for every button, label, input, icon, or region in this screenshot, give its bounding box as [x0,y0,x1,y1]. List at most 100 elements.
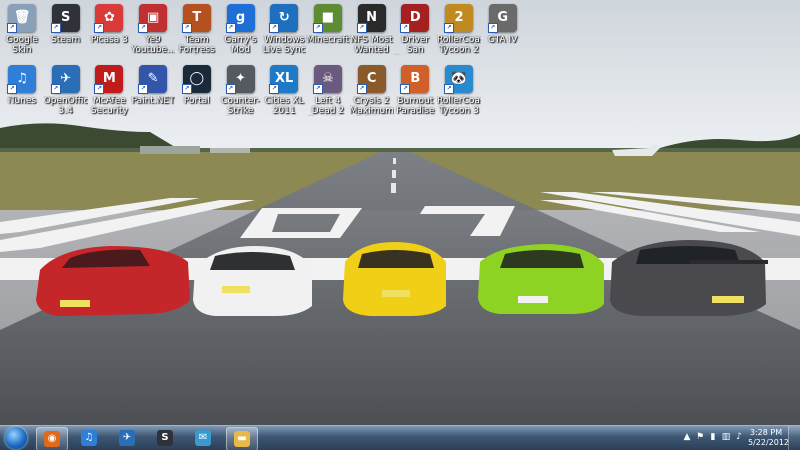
shortcut-arrow-icon: ↗ [312,84,323,94]
picasa-icon: ✿ ↗ [94,4,124,33]
taskbar-firefox-button[interactable]: ◉ [36,427,68,451]
firefox-icon: ◉ [44,431,60,447]
icon-glyph: ✦ [235,71,246,86]
shortcut-label: Portal [183,96,210,106]
desktop-shortcut[interactable]: ✎ ↗ Paint.NET [131,63,175,123]
shortcut-arrow-icon: ↗ [225,23,236,33]
shortcut-arrow-icon: ↗ [269,23,280,33]
icon-glyph: ✎ [147,71,159,86]
shortcut-label: Ye9 Youtube... [131,35,176,55]
shortcut-arrow-icon: ↗ [181,23,192,33]
taskbar-explorer-button[interactable]: ▬ [226,427,258,451]
shortcut-arrow-icon: ↗ [94,84,105,94]
desktop-shortcut[interactable]: ✿ ↗ Picasa 3 [87,2,131,62]
shortcut-arrow-icon: ↗ [444,84,454,94]
system-clock[interactable]: 3:28 PM 5/22/2012 [748,428,789,448]
shortcut-label: GTA IV [488,35,518,45]
desktop-shortcut[interactable]: T↗Team Fortress 2 [175,2,219,62]
flag-icon[interactable]: ⚑ [695,432,705,442]
icon-glyph: 2 [454,10,464,25]
desktop-shortcut[interactable]: M ↗ McAfee Security [87,63,131,123]
paint-net-icon: ✎ ↗ [138,65,168,94]
shortcut-label: Counter-Strike Source [221,96,260,116]
desktop-shortcut[interactable]: ✈↗OpenOffice.org 3.4 [44,63,88,123]
arrow-up-icon[interactable]: ▲ [682,432,692,442]
cities-xl-icon: XL ↗ [269,65,299,94]
shortcut-label: Team Fortress 2 [178,35,215,55]
desktop-shortcut[interactable]: N ↗ NFS Most Wanted [350,2,394,62]
desktop-shortcut[interactable]: ☠↗Left 4 Dead 2 Final War [306,63,350,123]
shortcut-arrow-icon: ↗ [50,84,61,94]
shortcut-arrow-icon: ↗ [94,23,105,33]
shortcut-label: McAfee Security [90,96,128,116]
icon-glyph: g [235,10,246,25]
desktop-shortcut[interactable]: ◯ ↗ Portal [175,63,219,123]
steam-icon: S [157,430,173,446]
shortcut-arrow-icon: ↗ [225,84,236,94]
desktop-shortcut[interactable]: B ↗ Burnout Paradise [393,63,437,123]
shortcut-label: OpenOffice.org 3.4 [43,96,88,116]
shortcut-label: Picasa 3 [90,35,128,45]
desktop-shortcut[interactable]: ✦↗Counter-Strike Source [219,63,263,123]
desktop-shortcut[interactable]: g ↗ Garry's Mod [219,2,263,62]
shortcut-arrow-icon: ↗ [138,23,149,33]
shortcut-arrow-icon: ↗ [50,23,61,33]
desktop-shortcut[interactable]: ▣ ↗ Ye9 Youtube... [131,2,175,62]
icon-glyph: ■ [321,10,335,25]
counter-strike-icon: ✦ ↗ [225,65,255,94]
icon-glyph: ♫ [16,71,28,86]
network-icon[interactable]: ▥ [721,432,731,442]
shortcut-arrow-icon: ↗ [7,84,17,94]
desktop-shortcut[interactable]: ■ ↗ Minecraft [306,2,350,62]
shortcut-label: Google Skin [6,35,38,55]
clock-time: 3:28 PM [749,428,783,437]
taskbar-windows-live-button[interactable]: ✉ [188,427,218,449]
nfs-icon: N ↗ [356,4,386,33]
desktop-shortcut[interactable]: G ↗ GTA IV [481,2,525,62]
shortcut-label: Steam [51,35,81,45]
recycle-bin-icon: 🗑 ↗ [7,4,36,33]
desktop-shortcut[interactable]: D↗Driver San Francisco [393,2,437,62]
portal-icon: ◯ ↗ [181,65,211,94]
burnout-icon: B ↗ [400,65,430,94]
icon-glyph: ▣ [146,10,160,25]
shortcut-label: Crysis 2 Maximum Edition [349,96,394,116]
windows-logo-icon [5,427,27,449]
shortcut-label: Minecraft [306,35,349,45]
left4dead-icon: ☠ ↗ [312,65,342,94]
shortcut-label: Windows Live Sync [262,35,306,55]
shortcut-label: iTunes [7,96,37,106]
icon-glyph: M [102,71,116,86]
desktop-shortcut[interactable]: C↗Crysis 2 Maximum Edition [350,63,394,123]
shortcut-label: Left 4 Dead 2 Final War [311,96,345,116]
battery-icon[interactable]: ▮ [708,432,718,442]
gta-icon: G ↗ [487,4,517,33]
folder-icon: ▬ [234,431,250,447]
desktop-shortcut[interactable]: 🗑 ↗ Google Skin [0,2,44,62]
icon-glyph: N [366,10,378,25]
rollercoaster-icon: 2 ↗ [444,4,473,33]
desktop-shortcut[interactable]: S ↗ Steam [44,2,88,62]
openoffice-icon: ✈ [119,430,135,446]
team-fortress-icon: T ↗ [181,4,211,33]
taskbar-itunes-button[interactable]: ♫ [74,427,104,449]
driver-icon: D ↗ [400,4,430,33]
show-desktop-button[interactable] [788,426,800,450]
taskbar-steam-button[interactable]: S [150,427,180,449]
start-button[interactable] [2,426,30,450]
desktop-shortcut[interactable]: ↻ ↗ Windows Live Sync [262,2,306,62]
shortcut-arrow-icon: ↗ [181,84,192,94]
itunes-icon: ♫ ↗ [7,65,36,94]
desktop-shortcut[interactable]: XL ↗ Cities XL 2011 [262,63,306,123]
icon-glyph: B [410,71,421,86]
desktop-shortcut[interactable]: 🐼↗RollerCoaster Tycoon 3 [437,63,481,123]
desktop-shortcut[interactable]: ♫ ↗ iTunes [0,63,44,123]
icon-glyph: G [497,10,509,25]
shortcut-label: Burnout Paradise [396,96,435,116]
taskbar-openoffice-button[interactable]: ✈ [112,427,142,449]
windows-live-icon: ↻ ↗ [269,4,299,33]
garrys-mod-icon: g ↗ [225,4,255,33]
volume-icon[interactable]: ♪ [734,432,744,442]
panda-icon: 🐼 ↗ [444,65,473,94]
desktop-shortcut[interactable]: 2↗RollerCoaster Tycoon 2 [437,2,481,62]
